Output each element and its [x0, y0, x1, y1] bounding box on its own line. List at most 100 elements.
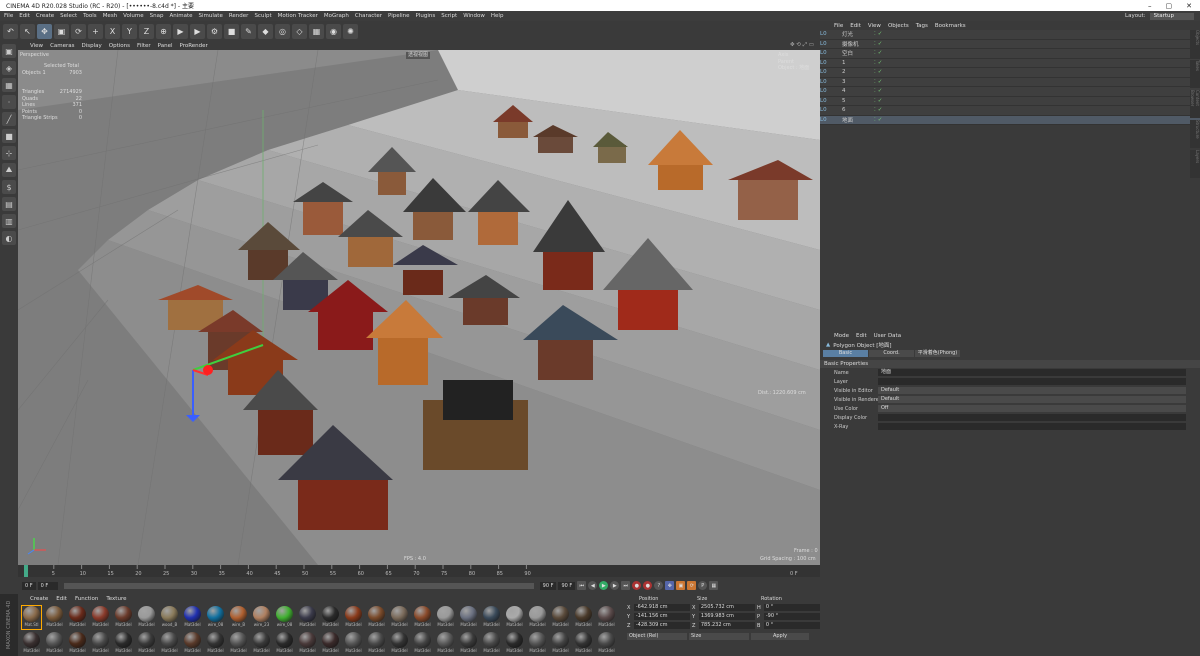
viewport-menu-3[interactable]: Options [109, 43, 130, 49]
menu-item-2[interactable]: Create [36, 13, 54, 19]
object-row[interactable]: L0 2 ⁚ ✓ [820, 68, 1200, 78]
side-tab-0[interactable]: Objects [1190, 30, 1200, 58]
play-icon[interactable]: ▶ [599, 581, 609, 590]
world-coord-icon[interactable]: ⊕ [156, 23, 171, 39]
object-row[interactable]: L0 灯光 ⁚ ✓ [820, 30, 1200, 40]
material-swatch[interactable]: Mat3del [505, 606, 524, 629]
material-swatch[interactable]: Mat3del [344, 632, 363, 655]
material-swatch[interactable]: Mat3del [298, 632, 317, 655]
material-swatch[interactable]: Mat3del [91, 606, 110, 629]
y-axis-icon[interactable]: Y [122, 23, 137, 39]
viewport-menu-2[interactable]: Display [82, 43, 102, 49]
enable-check-icon[interactable]: ✓ [878, 31, 883, 37]
light-icon[interactable]: ✺ [343, 23, 358, 39]
viewport-menu-4[interactable]: Filter [137, 43, 151, 49]
side-tab-1[interactable]: Takes [1190, 60, 1200, 88]
current-frame-field[interactable]: 0 F [37, 581, 58, 590]
object-menu-1[interactable]: Edit [850, 23, 861, 29]
material-swatch[interactable]: Mat3del [160, 632, 179, 655]
edges-mode-icon[interactable]: ╱ [2, 112, 16, 126]
material-swatch[interactable]: Mat3del [321, 632, 340, 655]
object-row[interactable]: L0 3 ⁚ ✓ [820, 77, 1200, 87]
material-swatch[interactable]: Mat3del [114, 632, 133, 655]
menu-item-5[interactable]: Mesh [103, 13, 117, 19]
cube-icon[interactable]: ■ [224, 23, 239, 39]
menu-item-16[interactable]: Plugins [416, 13, 436, 19]
object-menu-4[interactable]: Tags [916, 23, 928, 29]
viewport-menu-6[interactable]: ProRender [180, 43, 208, 49]
coord-value-field[interactable]: -141.156 cm [633, 613, 690, 620]
menu-item-14[interactable]: Character [355, 13, 382, 19]
maximize-icon[interactable]: ▢ [1166, 2, 1173, 10]
menu-item-6[interactable]: Volume [123, 13, 143, 19]
object-row[interactable]: L0 6 ⁚ ✓ [820, 106, 1200, 116]
material-swatch[interactable]: Mat3del [528, 632, 547, 655]
visibility-icon[interactable]: ⁚ [874, 69, 876, 75]
polygons-mode-icon[interactable]: ■ [2, 129, 16, 143]
coord-value-field[interactable]: 0 ° [763, 622, 820, 629]
material-menu-0[interactable]: Create [30, 596, 48, 602]
deformer-icon[interactable]: ◇ [292, 23, 307, 39]
material-menu-3[interactable]: Texture [106, 596, 126, 602]
property-value[interactable]: Default [878, 387, 1186, 394]
select-icon[interactable]: ↖ [20, 23, 35, 39]
material-swatch[interactable]: Mat3del [436, 632, 455, 655]
visibility-icon[interactable]: ⁚ [874, 98, 876, 104]
attr-tab-0[interactable]: Basic [823, 350, 868, 357]
material-swatch[interactable]: Mat3del [114, 606, 133, 629]
menu-item-18[interactable]: Window [463, 13, 485, 19]
snap-icon[interactable]: $ [2, 180, 16, 194]
property-value[interactable]: Default [878, 396, 1186, 403]
scale-icon[interactable]: ▣ [54, 23, 69, 39]
material-swatch[interactable]: wire_23 [252, 606, 271, 629]
render-settings-icon[interactable]: ⚙ [207, 23, 222, 39]
material-swatch[interactable]: wire_08 [206, 606, 225, 629]
end-frame-field-2[interactable]: 90 F [558, 581, 576, 590]
enable-check-icon[interactable]: ✓ [878, 88, 883, 94]
material-swatch[interactable]: Mat3del [367, 606, 386, 629]
visibility-icon[interactable]: ⁚ [874, 107, 876, 113]
viewport-nav-icons[interactable]: ✥ ⟲ ⤢ ▭ [790, 42, 820, 49]
apply-button[interactable]: Apply [751, 633, 809, 640]
enable-check-icon[interactable]: ✓ [878, 79, 883, 85]
minimize-icon[interactable]: – [1148, 2, 1152, 10]
material-swatch[interactable]: Mat3del [229, 632, 248, 655]
visibility-icon[interactable]: ⁚ [874, 60, 876, 66]
visibility-icon[interactable]: ⁚ [874, 117, 876, 123]
material-menu-1[interactable]: Edit [56, 596, 67, 602]
enable-check-icon[interactable]: ✓ [878, 69, 883, 75]
material-menu-2[interactable]: Function [75, 596, 98, 602]
material-swatch[interactable]: Mat3del [321, 606, 340, 629]
property-value[interactable]: Off [878, 405, 1186, 412]
menu-item-7[interactable]: Snap [150, 13, 164, 19]
start-frame-field[interactable]: 0 F [22, 581, 36, 590]
material-swatch[interactable]: Mat3del [482, 632, 501, 655]
coord-value-field[interactable]: 0 ° [763, 604, 820, 611]
visibility-icon[interactable]: ⁚ [874, 88, 876, 94]
add-icon[interactable]: + [88, 23, 103, 39]
material-swatch[interactable]: Mat3del [183, 606, 202, 629]
timeline-icon[interactable]: ▦ [709, 581, 719, 590]
move-icon[interactable]: ✥ [37, 23, 52, 39]
visibility-icon[interactable]: ⁚ [874, 50, 876, 56]
material-swatch[interactable]: Mat3del [22, 632, 41, 655]
material-swatch[interactable]: Mat.Stl [21, 605, 42, 630]
subdivide-icon[interactable]: ◆ [258, 23, 273, 39]
3d-viewport[interactable]: Perspective Selected Total Objects 1 790… [18, 50, 820, 565]
enable-check-icon[interactable]: ✓ [878, 50, 883, 56]
attr-menu-1[interactable]: Edit [856, 333, 867, 339]
scene-icon[interactable]: ▦ [309, 23, 324, 39]
material-swatch[interactable]: Mat3del [436, 606, 455, 629]
coord-value-field[interactable]: 2505.732 cm [698, 604, 755, 611]
record-icon[interactable]: ● [632, 581, 642, 590]
menu-item-12[interactable]: Motion Tracker [278, 13, 318, 19]
side-tab-3[interactable]: Structure [1190, 120, 1200, 148]
material-swatch[interactable]: Mat3del [574, 606, 593, 629]
material-swatch[interactable]: Mat3del [459, 606, 478, 629]
rotate-key-icon[interactable]: ⟳ [687, 581, 697, 590]
end-frame-field[interactable]: 90 F [539, 581, 557, 590]
material-swatch[interactable]: Mat3del [390, 632, 409, 655]
model-mode-icon[interactable]: ◈ [2, 61, 16, 75]
property-value[interactable] [878, 414, 1186, 421]
material-swatch[interactable]: Mat3del [574, 632, 593, 655]
